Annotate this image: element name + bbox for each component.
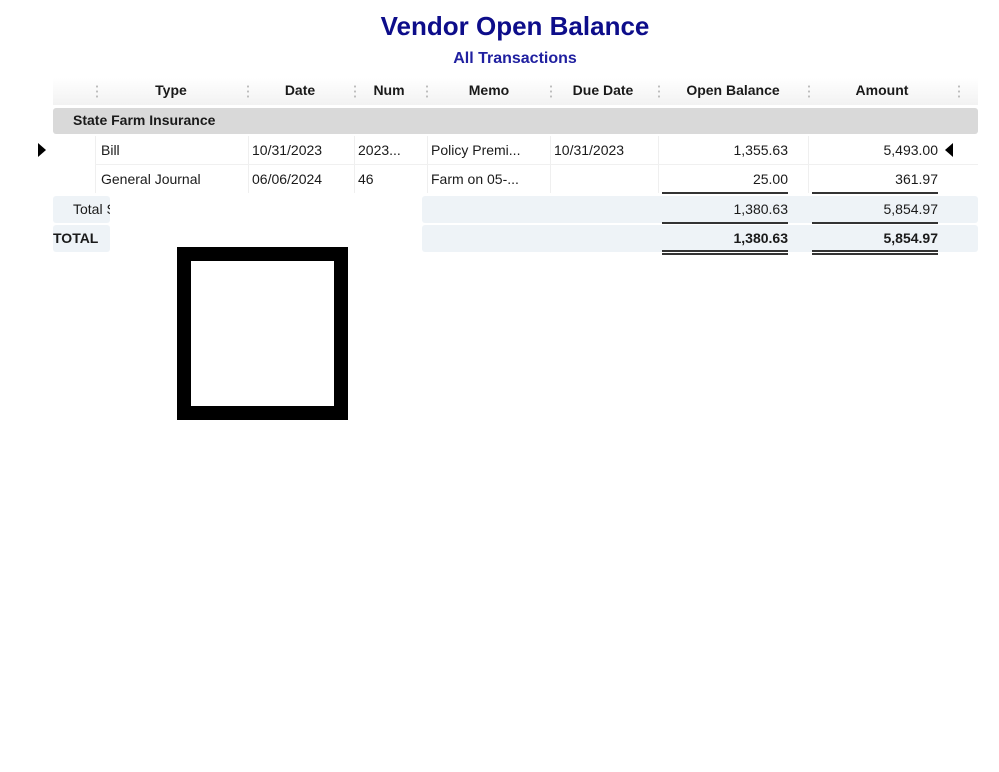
grand-total-double-rule — [662, 250, 788, 255]
table-row[interactable]: General Journal 06/06/2024 46 Farm on 05… — [53, 165, 978, 193]
vendor-total-open-balance: 1,380.63 — [733, 201, 789, 217]
table-row[interactable]: Bill 10/31/2023 2023... Policy Premi... … — [53, 136, 978, 165]
vendor-total-row[interactable]: Total State Farm Insurance 1,380.63 5,85… — [53, 196, 978, 223]
column-resize-grip[interactable] — [96, 84, 98, 100]
cell-num: 2023... — [358, 142, 401, 158]
column-header-date[interactable]: Date — [250, 78, 350, 105]
square-outline-overlay — [177, 247, 348, 420]
subtotal-rule — [812, 192, 938, 194]
grand-total-double-rule — [812, 250, 938, 255]
column-header-open-balance[interactable]: Open Balance — [661, 78, 805, 105]
column-header-memo[interactable]: Memo — [429, 78, 549, 105]
vendor-total-amount: 5,854.97 — [883, 201, 939, 217]
grand-total-amount: 5,854.97 — [883, 230, 939, 246]
grand-total-open-balance: 1,380.63 — [733, 230, 789, 246]
column-resize-grip[interactable] — [426, 84, 428, 100]
vendor-group-header[interactable]: State Farm Insurance — [53, 108, 978, 134]
cell-open-balance: 1,355.63 — [733, 142, 789, 158]
cell-due-date — [554, 165, 654, 193]
column-resize-grip[interactable] — [658, 84, 660, 100]
column-header-row: Type Date Num Memo Due Date Open Balance… — [53, 78, 978, 105]
column-resize-grip[interactable] — [354, 84, 356, 100]
cell-type: General Journal — [101, 171, 201, 187]
column-header-due-date[interactable]: Due Date — [553, 78, 653, 105]
triangle-left-icon — [945, 143, 953, 157]
cell-memo: Policy Premi... — [431, 142, 521, 158]
report-subtitle: All Transactions — [453, 50, 577, 67]
grand-total-label: TOTAL — [53, 230, 99, 246]
column-header-type[interactable]: Type — [99, 78, 243, 105]
cell-num: 46 — [358, 171, 374, 187]
vendor-total-label: Total State Farm Insurance — [73, 201, 110, 217]
subtotal-rule — [662, 192, 788, 194]
total-rule — [812, 222, 938, 224]
total-rule — [662, 222, 788, 224]
cell-due-date: 10/31/2023 — [554, 142, 625, 158]
triangle-right-icon — [38, 143, 46, 157]
cell-amount: 5,493.00 — [883, 142, 939, 158]
column-resize-grip[interactable] — [247, 84, 249, 100]
column-header-amount[interactable]: Amount — [811, 78, 953, 105]
column-resize-grip[interactable] — [808, 84, 810, 100]
report-title: Vendor Open Balance — [380, 11, 650, 41]
vendor-name: State Farm Insurance — [73, 112, 216, 128]
cell-date: 10/31/2023 — [252, 142, 323, 158]
column-header-num[interactable]: Num — [357, 78, 421, 105]
cell-date: 06/06/2024 — [252, 171, 323, 187]
column-resize-grip[interactable] — [958, 84, 960, 100]
cell-open-balance: 25.00 — [752, 171, 788, 187]
cell-amount: 361.97 — [895, 171, 938, 187]
column-resize-grip[interactable] — [550, 84, 552, 100]
cell-type: Bill — [101, 142, 120, 158]
cell-memo: Farm on 05-... — [431, 171, 519, 187]
